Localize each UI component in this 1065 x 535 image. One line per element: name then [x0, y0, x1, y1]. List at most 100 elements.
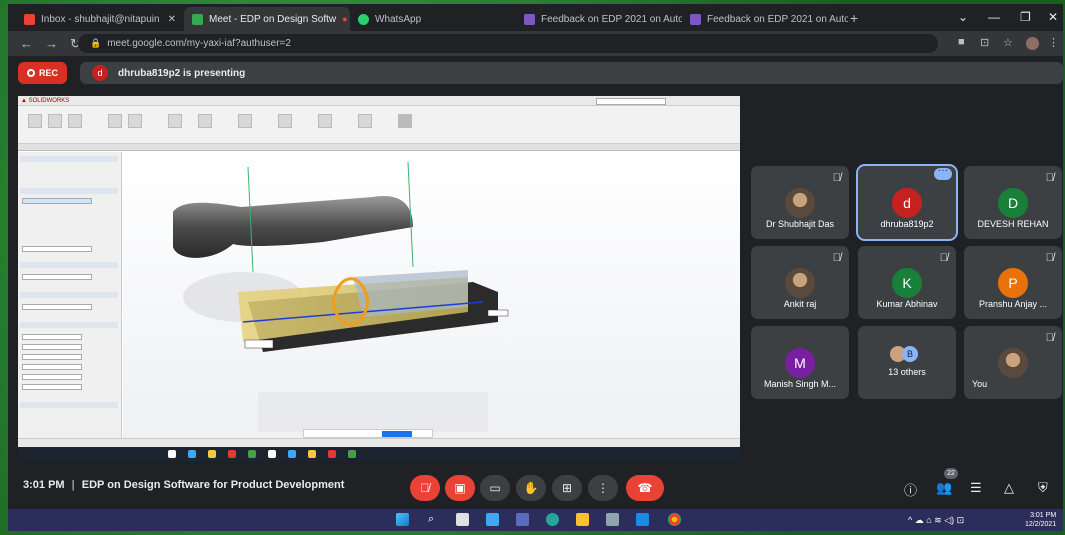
forward-icon[interactable]: → — [45, 36, 58, 51]
camera-toggle-button[interactable]: ▣ — [445, 475, 475, 501]
participant-name: Ankit raj — [783, 299, 817, 309]
activities-icon[interactable]: △ — [1004, 480, 1014, 496]
participant-avatar: K — [892, 268, 922, 298]
status-bar — [18, 429, 740, 447]
chat-icon[interactable]: ☰ — [970, 480, 982, 496]
shared-screen: ▲ SOLIDWORKS — [18, 96, 740, 461]
meeting-info: 3:01 PM | EDP on Design Software for Pro… — [23, 479, 345, 491]
mic-off-icon: 🎙̸ — [1045, 172, 1054, 184]
widgets-icon[interactable] — [486, 513, 499, 526]
tab-search-icon[interactable]: ⌄ — [958, 10, 968, 24]
property-manager — [18, 152, 122, 449]
participant-tile-presenter[interactable]: ··· d dhruba819p2 — [856, 164, 958, 241]
participant-avatar: P — [998, 268, 1028, 298]
participant-name: Dr Shubhajit Das — [765, 219, 835, 229]
menu-icon[interactable]: ⋮ — [1048, 36, 1059, 49]
hangup-icon: ☎ — [637, 481, 653, 495]
maximize-icon[interactable]: ❐ — [1020, 10, 1031, 24]
participant-tile[interactable]: 🎙̸ Dr Shubhajit Das — [751, 166, 849, 239]
minimize-icon[interactable]: — — [988, 10, 1000, 24]
present-button[interactable]: ⊞ — [552, 475, 582, 501]
solidworks-logo: ▲ SOLIDWORKS — [21, 97, 70, 104]
presenting-text: dhruba819p2 is presenting — [118, 67, 246, 79]
tab-title: Feedback on EDP 2021 on Autol — [541, 13, 682, 25]
self-tile[interactable]: 🎙̸ You — [964, 326, 1062, 399]
profile-avatar[interactable] — [1026, 37, 1039, 50]
participant-photo — [998, 348, 1028, 378]
camera-indicator-icon[interactable]: ■ — [958, 36, 965, 48]
mic-off-icon: 🎙̸ — [420, 481, 430, 495]
search-field[interactable] — [596, 98, 666, 105]
close-tab-icon[interactable]: ✕ — [162, 14, 176, 25]
participant-tile[interactable]: 🎙̸ D DEVESH REHAN — [964, 166, 1062, 239]
tab-gmail[interactable]: Inbox - shubhajit@nitapuin ✕ — [16, 7, 184, 31]
participant-photo — [785, 268, 815, 298]
captions-icon: ▭ — [489, 481, 501, 495]
store-icon[interactable] — [606, 513, 619, 526]
meeting-details-icon[interactable]: ⓘ — [904, 480, 917, 499]
solidworks-ribbon — [18, 98, 740, 144]
participant-name: dhruba819p2 — [880, 219, 934, 229]
tab-title: Feedback on EDP 2021 on Autol — [707, 13, 848, 25]
file-explorer-icon[interactable] — [576, 513, 589, 526]
leave-call-button[interactable]: ☎ — [626, 475, 664, 501]
meet-icon — [192, 13, 203, 25]
tab-title: Meet - EDP on Design Softw — [209, 13, 337, 25]
tab-whatsapp[interactable]: WhatsApp — [350, 7, 516, 31]
3d-viewport[interactable] — [123, 152, 740, 449]
share-icon[interactable]: ⊡ — [980, 36, 989, 49]
meeting-time: 3:01 PM — [23, 479, 65, 491]
windows-taskbar: ⌕ ^ ☁ ⌂ ≋ ◁) ⊡ 3:01 PM 12/2/2021 — [8, 509, 1063, 531]
chat-app-icon[interactable] — [516, 513, 529, 526]
more-options-button[interactable]: ⋮ — [588, 475, 618, 501]
hammer-model — [173, 161, 509, 432]
whatsapp-icon — [358, 13, 369, 25]
tab-meet[interactable]: Meet - EDP on Design Softw ● ✕ — [184, 7, 350, 31]
participant-tile[interactable]: 🎙̸ K Kumar Abhinav — [858, 246, 956, 319]
tab-title: Inbox - shubhajit@nitapuin — [41, 13, 160, 25]
host-controls-icon[interactable]: ⛨ — [1038, 480, 1048, 496]
system-tray-icons[interactable]: ^ ☁ ⌂ ≋ ◁) ⊡ — [908, 515, 964, 526]
start-icon[interactable] — [396, 513, 409, 526]
address-bar-row: ← → ↻ 🔒 meet.google.com/my-yaxi-iaf?auth… — [8, 31, 1063, 56]
tab-title: WhatsApp — [375, 13, 422, 25]
search-icon[interactable]: ⌕ — [428, 513, 434, 526]
meeting-title: EDP on Design Software for Product Devel… — [81, 479, 345, 491]
rec-label: REC — [38, 68, 58, 78]
meet-control-bar: 3:01 PM | EDP on Design Software for Pro… — [8, 466, 1063, 511]
others-tile[interactable]: B 13 others — [858, 326, 956, 399]
participant-avatar: M — [785, 348, 815, 378]
meet-area: REC d dhruba819p2 is presenting ▲ SOLIDW… — [8, 56, 1063, 531]
mic-toggle-button[interactable]: 🎙̸ — [410, 475, 440, 501]
more-options-icon[interactable]: ··· — [934, 166, 952, 180]
others-avatar: B — [902, 346, 918, 362]
bookmark-star-icon[interactable]: ☆ — [1003, 36, 1013, 49]
participant-name: Kumar Abhinav — [876, 299, 938, 309]
task-view-icon[interactable] — [456, 513, 469, 526]
participant-tile[interactable]: 🎙̸ Ankit raj — [751, 246, 849, 319]
close-window-icon[interactable]: ✕ — [1048, 10, 1058, 24]
back-icon[interactable]: ← — [20, 36, 33, 51]
url-field[interactable]: 🔒 meet.google.com/my-yaxi-iaf?authuser=2 — [78, 34, 938, 53]
mail-icon[interactable] — [636, 513, 649, 526]
present-icon: ⊞ — [561, 481, 573, 495]
browser-window: Inbox - shubhajit@nitapuin ✕ Meet - EDP … — [8, 4, 1063, 531]
participant-name: You — [972, 379, 988, 389]
taskbar-clock: 3:01 PM 12/2/2021 — [1025, 512, 1057, 528]
forms-icon — [524, 13, 535, 25]
raise-hand-button[interactable]: ✋ — [516, 475, 546, 501]
chrome-icon[interactable] — [668, 513, 681, 526]
participant-tile[interactable]: 🎙̸ P Pranshu Anjay ... — [964, 246, 1062, 319]
new-tab-icon[interactable]: + — [850, 10, 858, 26]
participant-tile[interactable]: M Manish Singh M... — [751, 326, 849, 399]
people-icon[interactable]: 👥 — [936, 480, 952, 496]
edge-icon[interactable] — [546, 513, 559, 526]
people-count-badge: 22 — [944, 468, 958, 479]
captions-button[interactable]: ▭ — [480, 475, 510, 501]
tab-feedback-2[interactable]: Feedback on EDP 2021 on Autol ✕ — [682, 7, 848, 31]
camera-off-icon: ▣ — [454, 481, 466, 495]
participant-avatar: D — [998, 188, 1028, 218]
tab-feedback-1[interactable]: Feedback on EDP 2021 on Autol ✕ — [516, 7, 682, 31]
participant-name: Manish Singh M... — [763, 379, 837, 389]
recording-badge[interactable]: REC — [18, 62, 67, 84]
